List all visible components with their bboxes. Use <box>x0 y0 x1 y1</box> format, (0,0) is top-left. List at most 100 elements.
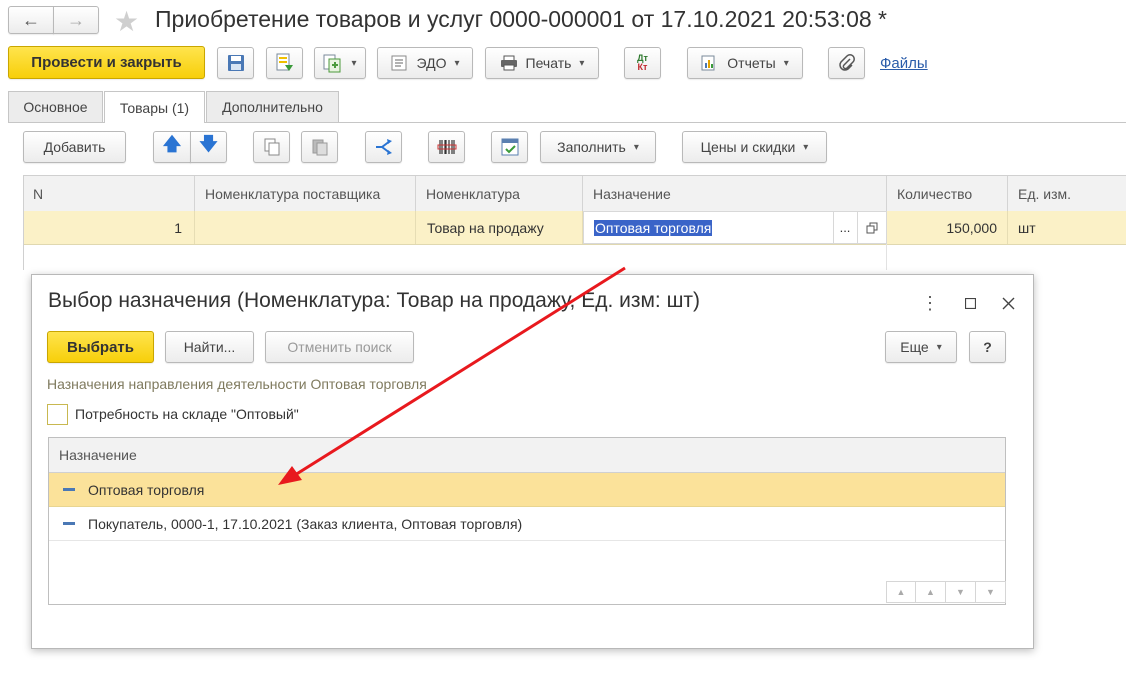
dropdown-arrow-icon: ▾ <box>803 141 809 153</box>
list-item[interactable]: Оптовая торговля <box>49 473 1005 507</box>
barcode-icon <box>437 140 456 154</box>
grid-left-border <box>23 175 24 270</box>
checkbox-label[interactable]: Потребность на складе "Оптовый" <box>75 406 299 422</box>
col-supplier-item[interactable]: Номенклатура поставщика <box>195 176 416 211</box>
edo-button[interactable]: ЭДО ▾ <box>377 47 473 79</box>
paste-row-button[interactable] <box>301 131 338 163</box>
arrow-left-icon: ← <box>22 9 40 30</box>
open-icon[interactable] <box>857 212 886 243</box>
post-and-close-button[interactable]: Провести и закрыть <box>8 46 205 79</box>
create-based-on-button[interactable]: ▾ <box>314 47 366 79</box>
files-link[interactable]: Файлы <box>880 55 928 72</box>
select-purpose-dialog: Выбор назначения (Номенклатура: Товар на… <box>31 274 1034 649</box>
star-icon[interactable]: ★ <box>114 5 139 38</box>
cell-n[interactable]: 1 <box>23 211 195 244</box>
window-title: Приобретение товаров и услуг 0000-000001… <box>155 6 887 32</box>
dtkt-icon: Дт Кт <box>637 54 648 72</box>
fill-button[interactable]: Заполнить ▾ <box>540 131 656 163</box>
tab-additional[interactable]: Дополнительно <box>206 91 339 122</box>
back-button[interactable]: ← <box>8 6 54 34</box>
cell-unit[interactable]: шт <box>1008 211 1126 244</box>
dropdown-arrow-icon: ▾ <box>579 57 585 69</box>
tab-main[interactable]: Основное <box>8 91 103 122</box>
grid-col-divider <box>886 244 887 270</box>
help-button[interactable]: ? <box>969 331 1006 363</box>
col-purpose[interactable]: Назначение <box>583 176 887 211</box>
print-label: Печать <box>525 55 572 71</box>
find-button[interactable]: Найти... <box>165 331 254 363</box>
tab-goods[interactable]: Товары (1) <box>104 91 205 123</box>
select-items-button[interactable] <box>491 131 528 163</box>
split-icon <box>375 139 392 155</box>
forward-button[interactable]: → <box>53 6 99 34</box>
move-down-button[interactable]: 🡇 <box>190 131 227 163</box>
dialog-title: Выбор назначения (Номенклатура: Товар на… <box>48 289 701 312</box>
dropdown-arrow-icon: ▾ <box>783 57 789 69</box>
cancel-search-button[interactable]: Отменить поиск <box>265 331 414 363</box>
list-nav: ▲ ▲ ▼ ▼ <box>886 581 1006 604</box>
print-button[interactable]: Печать ▾ <box>485 47 599 79</box>
list-header-label: Назначение <box>59 447 137 463</box>
list-item-label: Оптовая торговля <box>88 481 205 498</box>
close-icon[interactable] <box>998 291 1018 315</box>
purpose-list: Назначение Оптовая торговля Покупатель, … <box>48 437 1006 605</box>
reports-label: Отчеты <box>727 55 776 71</box>
col-qty[interactable]: Количество <box>887 176 1008 211</box>
barcode-button[interactable] <box>428 131 465 163</box>
maximize-icon[interactable] <box>960 291 980 315</box>
scroll-first-icon[interactable]: ▲ <box>886 581 916 603</box>
select-purpose-button[interactable]: ... <box>833 212 856 243</box>
split-row-button[interactable] <box>365 131 402 163</box>
checklist-icon <box>501 138 518 156</box>
col-item[interactable]: Номенклатура <box>416 176 583 211</box>
more-vertical-icon[interactable]: ⋮ <box>920 291 940 315</box>
more-button[interactable]: Еще ▾ <box>885 331 957 363</box>
dropdown-arrow-icon: ▾ <box>351 57 357 69</box>
reports-icon <box>701 55 719 71</box>
paperclip-icon <box>838 54 855 71</box>
prices-discounts-button[interactable]: Цены и скидки ▾ <box>682 131 827 163</box>
post-button[interactable] <box>266 47 303 79</box>
add-button[interactable]: Добавить <box>23 131 126 163</box>
list-header: Назначение <box>49 438 1005 473</box>
more-label: Еще <box>900 339 929 355</box>
cell-supplier-item[interactable] <box>195 211 416 244</box>
paste-icon <box>312 139 327 156</box>
col-unit[interactable]: Ед. изм. <box>1008 176 1126 211</box>
scroll-down-icon[interactable]: ▼ <box>946 581 976 603</box>
warehouse-need-checkbox[interactable] <box>47 404 68 425</box>
select-button[interactable]: Выбрать <box>47 331 154 363</box>
scroll-up-icon[interactable]: ▲ <box>916 581 946 603</box>
copy-row-button[interactable] <box>253 131 290 163</box>
prices-label: Цены и скидки <box>700 139 796 155</box>
post-document-icon <box>276 53 293 71</box>
arrow-down-icon: 🡇 <box>199 134 218 154</box>
dropdown-arrow-icon: ▾ <box>454 57 460 69</box>
move-up-button[interactable]: 🡅 <box>153 131 191 163</box>
scroll-last-icon[interactable]: ▼ <box>976 581 1006 603</box>
fill-label: Заполнить <box>557 139 626 155</box>
edo-label: ЭДО <box>416 55 447 71</box>
table-row[interactable]: 1 Товар на продажу Оптовая торговля ... … <box>23 211 1126 245</box>
cell-purpose[interactable]: Оптовая торговля ... <box>583 211 887 244</box>
purpose-value[interactable]: Оптовая торговля <box>594 219 713 236</box>
list-item[interactable]: Покупатель, 0000-1, 17.10.2021 (Заказ кл… <box>49 507 1005 541</box>
goods-table-header: N Номенклатура поставщика Номенклатура Н… <box>23 175 1126 212</box>
dtkt-button[interactable]: Дт Кт <box>624 47 661 79</box>
attach-files-button[interactable] <box>828 47 865 79</box>
cell-item[interactable]: Товар на продажу <box>416 211 583 244</box>
arrow-up-icon: 🡅 <box>162 134 182 154</box>
list-item-label: Покупатель, 0000-1, 17.10.2021 (Заказ кл… <box>88 515 523 532</box>
dropdown-arrow-icon: ▾ <box>936 341 942 353</box>
reports-button[interactable]: Отчеты ▾ <box>687 47 803 79</box>
printer-icon <box>500 55 518 71</box>
item-dash-icon <box>63 522 75 525</box>
kt-text: Кт <box>637 62 648 72</box>
copy-icon <box>264 138 279 156</box>
item-dash-icon <box>63 488 75 491</box>
cell-qty[interactable]: 150,000 <box>887 211 1008 244</box>
save-button[interactable] <box>217 47 254 79</box>
info-text: Назначения направления деятельности Опто… <box>47 376 427 392</box>
edo-icon <box>391 55 409 71</box>
col-n[interactable]: N <box>23 176 195 211</box>
